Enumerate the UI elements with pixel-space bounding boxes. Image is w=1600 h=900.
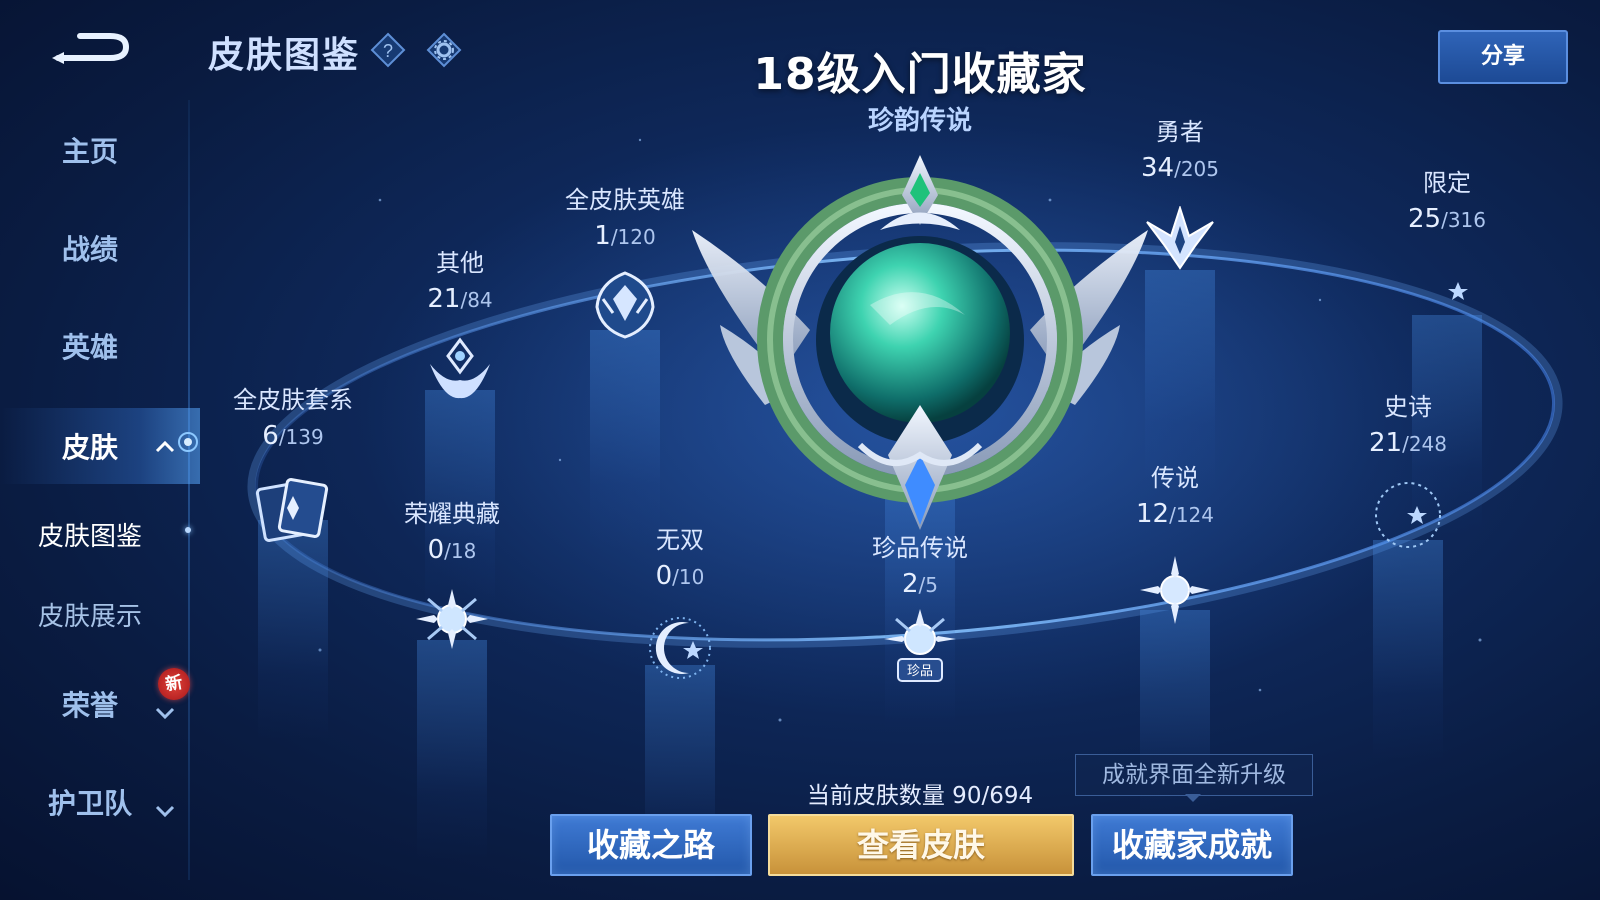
category-legend[interactable]: 传说 12/124 [1136, 458, 1214, 529]
upgrade-tooltip: 成就界面全新升级 [1075, 754, 1313, 796]
card-deck-icon[interactable] [253, 474, 333, 546]
total-count: /248 [1402, 432, 1448, 456]
chevron-up-icon [155, 440, 175, 453]
category-peerless[interactable]: 无双 0/10 [656, 520, 705, 591]
sidebar-item-home[interactable]: 主页 [0, 130, 180, 170]
category-count: 0/18 [404, 535, 500, 565]
category-glory-collection[interactable]: 荣耀典藏 0/18 [404, 494, 500, 565]
category-limited[interactable]: 限定 25/316 [1408, 163, 1486, 234]
category-count: 12/124 [1136, 499, 1214, 529]
sidebar-divider [188, 100, 190, 880]
current-skin-count: 当前皮肤数量 90/694 [806, 783, 1034, 809]
sidebar-item-skins[interactable]: 皮肤 [0, 426, 180, 466]
owned-count: 12 [1135, 499, 1170, 529]
owned-count: 21 [1368, 428, 1403, 458]
category-label: 勇者 [1155, 118, 1204, 146]
category-epic[interactable]: 史诗 21/248 [1369, 387, 1447, 458]
owned-count: 25 [1407, 204, 1442, 234]
collector-rank-emblem[interactable] [690, 155, 1150, 545]
category-full-skin-series[interactable]: 全皮肤套系 6/139 [233, 380, 353, 451]
total-count: /10 [672, 565, 705, 589]
sidebar-item-honor[interactable]: 荣誉 [0, 684, 180, 724]
total-count: /139 [278, 425, 324, 449]
active-node-icon [178, 432, 198, 452]
owned-count: 2 [901, 569, 919, 599]
category-label: 全皮肤套系 [233, 386, 353, 414]
total-count: /84 [460, 288, 493, 312]
sidebar-item-guard-team[interactable]: 护卫队 [0, 782, 180, 822]
category-count: 6/139 [233, 421, 353, 451]
category-label: 限定 [1422, 169, 1471, 197]
limited-moon-icon[interactable] [1412, 258, 1482, 322]
back-button[interactable] [50, 28, 132, 68]
collector-tier-name: 珍韵传说 [867, 106, 972, 136]
treasure-emblem-text: 珍品 [907, 664, 933, 679]
category-full-skin-heroes[interactable]: 全皮肤英雄 1/120 [565, 180, 685, 251]
epic-moon-icon[interactable] [1371, 480, 1445, 550]
category-count: 0/10 [656, 561, 705, 591]
category-label: 史诗 [1383, 393, 1432, 421]
total-count: /205 [1174, 157, 1220, 181]
sun-star-icon[interactable] [410, 587, 494, 657]
back-icon [55, 33, 130, 61]
diamond-crest-icon[interactable] [424, 336, 496, 404]
sidebar-item-record[interactable]: 战绩 [0, 228, 180, 268]
category-other[interactable]: 其他 21/84 [427, 243, 492, 314]
chevron-down-icon [155, 805, 175, 818]
crescent-moon-icon[interactable] [645, 615, 715, 681]
category-label: 其他 [436, 249, 484, 277]
help-icon[interactable]: ? [370, 32, 406, 68]
treasure-legend-icon[interactable]: 珍品 [880, 609, 960, 687]
category-count: 34/205 [1141, 153, 1219, 183]
category-label: 珍品传说 [872, 534, 968, 562]
category-brave[interactable]: 勇者 34/205 [1141, 112, 1219, 183]
total-count: /5 [918, 573, 938, 597]
owned-count: 6 [262, 421, 279, 451]
collector-achievement-button[interactable]: 收藏家成就 [1091, 814, 1293, 876]
chevron-down-icon [155, 707, 175, 720]
sidebar-item-skin-catalog[interactable]: 皮肤图鉴 [0, 516, 180, 553]
category-label: 荣耀典藏 [404, 500, 500, 528]
helmet-crest-icon[interactable] [587, 269, 663, 341]
total-count: /124 [1169, 503, 1215, 527]
category-count: 1/120 [565, 221, 685, 251]
category-label: 传说 [1150, 464, 1199, 492]
owned-count: 0 [655, 561, 673, 591]
settings-icon[interactable] [426, 32, 462, 68]
page-title: 皮肤图鉴 [208, 35, 361, 76]
total-count: /120 [610, 225, 656, 249]
collector-rank-title: 18级入门收藏家 [753, 49, 1087, 100]
owned-count: 21 [427, 284, 461, 314]
sidebar-item-heroes[interactable]: 英雄 [0, 326, 180, 366]
share-button[interactable]: 分享 [1438, 30, 1568, 84]
radiant-sun-icon[interactable] [1138, 554, 1212, 626]
owned-count: 34 [1140, 153, 1175, 183]
svg-text:?: ? [383, 41, 393, 61]
category-label: 无双 [655, 526, 704, 554]
category-count: 21/248 [1369, 428, 1447, 458]
category-label: 全皮肤英雄 [565, 186, 685, 214]
sidebar-item-skin-display[interactable]: 皮肤展示 [0, 596, 180, 633]
total-count: /18 [444, 539, 477, 563]
category-count: 25/316 [1408, 204, 1486, 234]
brave-star-icon[interactable] [1145, 206, 1215, 270]
total-count: /316 [1441, 208, 1487, 232]
category-treasure-legend[interactable]: 珍品传说 2/5 [872, 528, 968, 599]
view-skins-button[interactable]: 查看皮肤 [768, 814, 1074, 876]
tooltip-arrow [1185, 794, 1201, 802]
owned-count: 1 [594, 221, 611, 251]
sub-item-dot [185, 527, 191, 533]
category-count: 21/84 [427, 284, 492, 314]
collection-road-button[interactable]: 收藏之路 [550, 814, 752, 876]
category-count: 2/5 [872, 569, 968, 599]
owned-count: 0 [427, 535, 445, 565]
